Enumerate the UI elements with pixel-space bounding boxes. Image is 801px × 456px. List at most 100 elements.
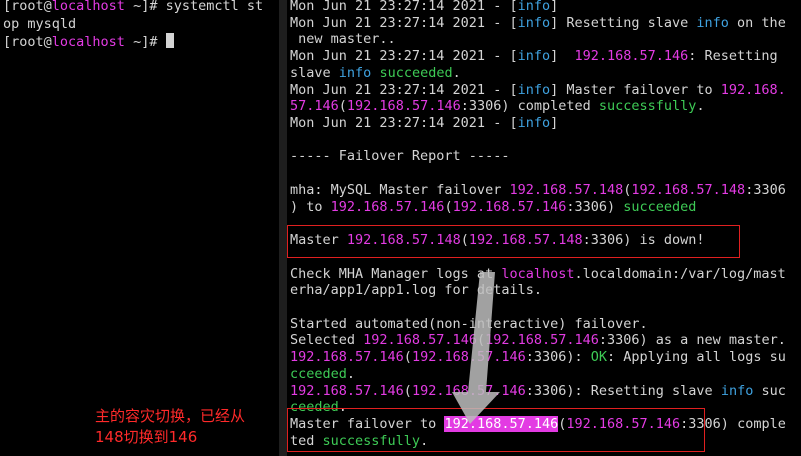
terminal-text-segment: cceeded bbox=[290, 365, 347, 382]
terminal-text-segment: ] bbox=[550, 115, 559, 132]
terminal-line: Started automated(non-interactive) failo… bbox=[290, 316, 648, 333]
terminal-text-segment: 192.168.57.146 bbox=[363, 332, 477, 349]
terminal-text-segment: : Resetting bbox=[688, 48, 778, 65]
terminal-text-segment: . bbox=[696, 98, 705, 115]
terminal-line: [root@localhost ~]# bbox=[3, 33, 174, 50]
terminal-text-segment: 192.168.57.146 bbox=[330, 198, 445, 215]
terminal-text-segment: ] Master failover to bbox=[550, 81, 721, 98]
terminal-text-segment: Mon Jun 21 23:27:14 2021 - [ bbox=[290, 115, 518, 132]
terminal-line: 57.146(192.168.57.146:3306) completed su… bbox=[290, 98, 705, 115]
terminal-cursor bbox=[165, 33, 174, 48]
terminal-line: Mon Jun 21 23:27:14 2021 - [info] 192.16… bbox=[290, 48, 778, 65]
terminal-text-segment: 192.168.57.146 bbox=[290, 349, 404, 366]
terminal-line: ) to 192.168.57.146(192.168.57.146:3306)… bbox=[290, 199, 696, 216]
terminal-text-segment: 192.168.57.146 bbox=[290, 382, 404, 399]
terminal-text-segment: 192.168.57.148 bbox=[631, 181, 746, 198]
terminal-text-segment: 192.168.57.146 bbox=[411, 349, 526, 366]
terminal-text-segment: Mon Jun 21 23:27:14 2021 - [ bbox=[290, 0, 518, 14]
terminal-line: 192.168.57.146(192.168.57.146:3306): OK:… bbox=[290, 349, 786, 366]
terminal-text-segment: ) to bbox=[290, 198, 331, 215]
terminal-text-segment: [root@ bbox=[3, 34, 52, 50]
terminal-text-segment: info bbox=[338, 64, 372, 81]
terminal-line: erha/app1/app1.log for details. bbox=[290, 282, 542, 299]
terminal-text-segment: Mon Jun 21 23:27:14 2021 - [ bbox=[290, 48, 518, 65]
annotation-line-1: 主的容灾切换，已经从 bbox=[95, 407, 246, 425]
terminal-text-segment: :3306) bbox=[566, 198, 624, 215]
terminal-text-segment: slave bbox=[290, 64, 339, 81]
left-terminal-pane[interactable]: [root@localhost ~]# systemctl st op mysql… bbox=[0, 0, 279, 456]
terminal-text-segment: mha: MySQL Master failover bbox=[290, 181, 510, 198]
terminal-line: new master.. bbox=[290, 31, 396, 48]
pane-divider[interactable] bbox=[279, 0, 287, 456]
terminal-text-segment: ~]# bbox=[124, 34, 166, 50]
terminal-text-segment: 192.168.57.146 bbox=[346, 98, 461, 115]
terminal-text-segment: info bbox=[517, 48, 551, 65]
terminal-text-segment: : Applying all logs su bbox=[607, 349, 786, 366]
terminal-text-segment: info bbox=[696, 14, 729, 31]
terminal-line: Selected 192.168.57.146(192.168.57.146:3… bbox=[290, 332, 786, 349]
terminal-text-segment: info bbox=[517, 0, 551, 14]
terminal-text-segment: :3306): Resetting slave bbox=[525, 382, 721, 399]
terminal-text-segment: 192.168.57.146 bbox=[452, 198, 567, 215]
terminal-text-segment: localhost bbox=[51, 0, 125, 14]
annotation-note: 主的容灾切换，已经从 148切换到146 bbox=[95, 406, 275, 448]
terminal-text-segment: ( bbox=[403, 382, 412, 399]
terminal-text-segment: Started automated(non-interactive) failo… bbox=[290, 315, 648, 332]
terminal-text-segment: ] bbox=[550, 48, 575, 65]
terminal-text-segment: localhost bbox=[501, 265, 575, 282]
terminal-text-segment: new master.. bbox=[290, 31, 396, 48]
terminal-text-segment: 192.168.57.148 bbox=[509, 181, 624, 198]
terminal-line: slave info succeeded. bbox=[290, 65, 461, 82]
terminal-line: Mon Jun 21 23:27:14 2021 - [info] Resett… bbox=[290, 15, 786, 32]
terminal-line: Mon Jun 21 23:27:14 2021 - [info] Master… bbox=[290, 82, 786, 99]
terminal-text-segment: localhost bbox=[51, 34, 125, 50]
terminal-line: Mon Jun 21 23:27:14 2021 - [info] bbox=[290, 115, 558, 132]
terminal-text-segment: Selected bbox=[290, 332, 364, 349]
annotation-line-2: 148切换到146 bbox=[95, 428, 198, 446]
failover-result-highlight-box bbox=[287, 408, 705, 452]
terminal-text-segment: suc bbox=[753, 382, 786, 399]
terminal-text-segment: :3306) completed bbox=[460, 98, 599, 115]
terminal-text-segment: op mysqld bbox=[3, 15, 77, 32]
terminal-text-segment: . bbox=[452, 64, 461, 81]
terminal-text-segment: Mon Jun 21 23:27:14 2021 - [ bbox=[290, 81, 518, 98]
terminal-text-segment: info bbox=[517, 115, 551, 132]
terminal-text-segment: 192.168.57.146 bbox=[485, 332, 599, 349]
terminal-text-segment: ~]# systemctl st bbox=[124, 0, 264, 14]
terminal-text-segment: ] bbox=[550, 0, 559, 14]
terminal-text-segment: ( bbox=[444, 198, 453, 215]
terminal-text-segment: succeeded bbox=[379, 64, 453, 81]
terminal-line: op mysqld bbox=[3, 16, 76, 33]
terminal-text-segment: . bbox=[346, 365, 356, 382]
terminal-line: cceeded. bbox=[290, 366, 355, 383]
terminal-text-segment: 57.146 bbox=[290, 98, 339, 115]
terminal-text-segment: erha/app1/app1.log for details. bbox=[290, 282, 542, 299]
terminal-text-segment: 192.168.57.146 bbox=[574, 48, 689, 65]
terminal-text-segment: info bbox=[517, 81, 551, 98]
terminal-text-segment: ( bbox=[403, 349, 412, 366]
terminal-text-segment: info bbox=[720, 382, 754, 399]
terminal-text-segment: on the bbox=[728, 14, 786, 31]
terminal-text-segment: ( bbox=[338, 98, 347, 115]
terminal-text-segment: Check MHA Manager logs at bbox=[290, 265, 502, 282]
terminal-text-segment: succeeded bbox=[623, 198, 697, 215]
terminal-text-segment: OK bbox=[590, 349, 608, 366]
terminal-text-segment: ] Resetting slave bbox=[550, 14, 697, 31]
terminal-text-segment: 192.168.57.146 bbox=[411, 382, 526, 399]
terminal-line: Check MHA Manager logs at localhost.loca… bbox=[290, 266, 786, 283]
terminal-text-segment: 192.168. bbox=[720, 81, 786, 98]
terminal-text-segment: :3306): bbox=[525, 349, 591, 366]
terminal-line: ----- Failover Report ----- bbox=[290, 148, 509, 165]
terminal-line: mha: MySQL Master failover 192.168.57.14… bbox=[290, 182, 786, 199]
terminal-text-segment: Mon Jun 21 23:27:14 2021 - [ bbox=[290, 14, 518, 31]
terminal-text-segment: info bbox=[517, 14, 551, 31]
terminal-text-segment: ----- Failover Report ----- bbox=[290, 148, 510, 165]
terminal-text-segment: successfully bbox=[598, 98, 697, 115]
master-down-highlight-box bbox=[287, 225, 740, 258]
terminal-line: Mon Jun 21 23:27:14 2021 - [info] bbox=[290, 0, 558, 15]
terminal-text-segment: :3306 bbox=[745, 181, 786, 198]
terminal-text-segment: ( bbox=[476, 332, 486, 349]
terminal-text-segment: :3306) as a new master. bbox=[598, 332, 786, 349]
terminal-text-segment: [root@ bbox=[3, 0, 52, 14]
terminal-line: [root@localhost ~]# systemctl st bbox=[3, 0, 263, 15]
